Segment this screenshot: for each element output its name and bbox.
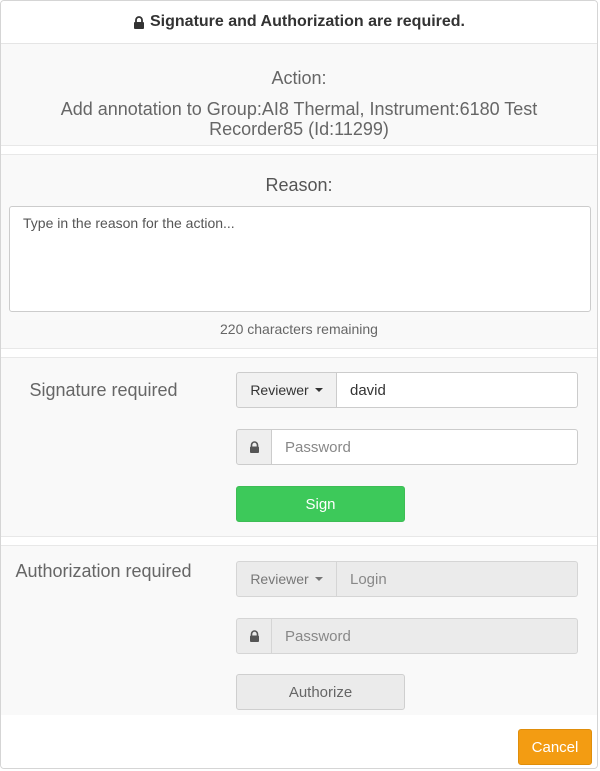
lock-icon <box>236 429 272 465</box>
signature-password-input[interactable] <box>272 429 578 465</box>
authorization-role-label: Reviewer <box>250 571 309 587</box>
reason-label: Reason: <box>265 175 333 195</box>
signature-role-label: Reviewer <box>250 382 309 398</box>
authorization-section: Authorization required Reviewer Authoriz… <box>1 546 597 725</box>
dialog-header: Signature and Authorization are required… <box>1 1 597 44</box>
authorization-required-label: Authorization required <box>15 561 192 581</box>
caret-down-icon <box>314 577 323 581</box>
cancel-button[interactable]: Cancel <box>518 729 592 765</box>
authorization-user-row: Reviewer <box>236 561 578 597</box>
signature-required-label: Signature required <box>29 380 178 400</box>
signature-password-row <box>236 429 578 465</box>
divider <box>1 349 597 358</box>
authorization-role-dropdown[interactable]: Reviewer <box>236 561 337 597</box>
authorization-password-input[interactable] <box>272 618 578 654</box>
signature-dialog: Signature and Authorization are required… <box>0 0 598 769</box>
divider <box>1 537 597 546</box>
reason-textarea[interactable] <box>9 206 591 312</box>
characters-remaining: 220 characters remaining <box>220 321 378 337</box>
action-description: Add annotation to Group:AI8 Thermal, Ins… <box>60 99 538 139</box>
caret-down-icon <box>314 388 323 392</box>
signature-section: Signature required Reviewer Sign <box>1 358 597 537</box>
action-label: Action: <box>271 68 327 88</box>
signature-username-input[interactable] <box>337 372 578 408</box>
sign-button[interactable]: Sign <box>236 486 405 522</box>
signature-user-row: Reviewer <box>236 372 578 408</box>
dialog-title: Signature and Authorization are required… <box>150 13 465 30</box>
authorization-login-input[interactable] <box>337 561 578 597</box>
signature-role-dropdown[interactable]: Reviewer <box>236 372 337 408</box>
authorization-password-row <box>236 618 578 654</box>
lock-icon <box>236 618 272 654</box>
lock-icon <box>133 15 145 29</box>
action-section: Action: Add annotation to Group:AI8 Ther… <box>1 44 597 146</box>
dialog-footer: Cancel <box>1 715 597 768</box>
reason-section: Reason: 220 characters remaining <box>1 155 597 349</box>
divider <box>1 146 597 155</box>
authorize-button[interactable]: Authorize <box>236 674 405 710</box>
